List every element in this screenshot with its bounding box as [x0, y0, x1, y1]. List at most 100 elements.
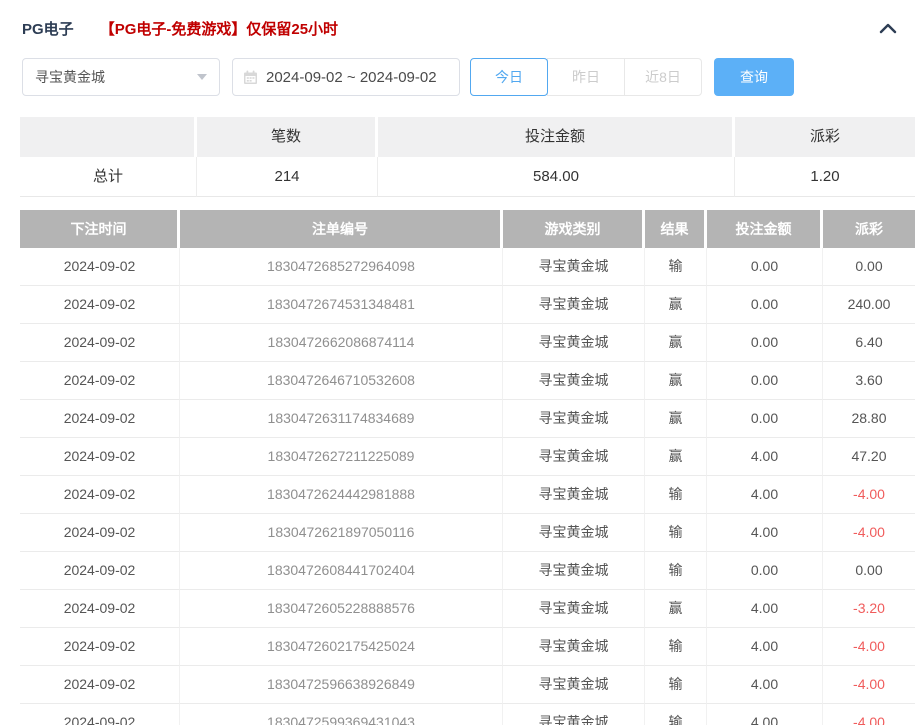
cell-result: 输: [645, 666, 707, 704]
cell-bet-id: 1830472621897050116: [180, 514, 503, 552]
cell-bet-amount: 0.00: [707, 324, 823, 362]
cell-bet-id: 1830472631174834689: [180, 400, 503, 438]
table-row: 2024-09-02 1830472646710532608 寻宝黄金城 赢 0…: [20, 362, 915, 400]
cell-bet-amount: 4.00: [707, 514, 823, 552]
table-row: 2024-09-02 1830472627211225089 寻宝黄金城 赢 4…: [20, 438, 915, 476]
notice-text: 【PG电子-免费游戏】仅保留25小时: [100, 18, 338, 39]
col-bet-id: 注单编号: [180, 210, 503, 248]
cell-bet-id: 1830472596638926849: [180, 666, 503, 704]
cell-game-type: 寻宝黄金城: [503, 590, 645, 628]
cell-bet-time: 2024-09-02: [20, 704, 180, 725]
cell-result: 赢: [645, 362, 707, 400]
summary-header-payout: 派彩: [735, 117, 915, 157]
table-row: 2024-09-02 1830472685272964098 寻宝黄金城 输 0…: [20, 248, 915, 286]
cell-bet-time: 2024-09-02: [20, 324, 180, 362]
cell-game-type: 寻宝黄金城: [503, 286, 645, 324]
search-button[interactable]: 查询: [714, 58, 794, 96]
bets-table-header: 下注时间 注单编号 游戏类别 结果 投注金额 派彩: [20, 210, 915, 248]
cell-game-type: 寻宝黄金城: [503, 248, 645, 286]
cell-result: 赢: [645, 400, 707, 438]
cell-game-type: 寻宝黄金城: [503, 514, 645, 552]
cell-bet-amount: 0.00: [707, 286, 823, 324]
cell-bet-time: 2024-09-02: [20, 666, 180, 704]
cell-bet-time: 2024-09-02: [20, 400, 180, 438]
table-row: 2024-09-02 1830472608441702404 寻宝黄金城 输 0…: [20, 552, 915, 590]
cell-bet-amount: 4.00: [707, 666, 823, 704]
cell-bet-id: 1830472605228888576: [180, 590, 503, 628]
quick-range-button[interactable]: 近8日: [624, 58, 702, 96]
cell-bet-time: 2024-09-02: [20, 514, 180, 552]
table-row: 2024-09-02 1830472599369431043 寻宝黄金城 输 4…: [20, 704, 915, 725]
table-row: 2024-09-02 1830472605228888576 寻宝黄金城 赢 4…: [20, 590, 915, 628]
cell-game-type: 寻宝黄金城: [503, 552, 645, 590]
cell-game-type: 寻宝黄金城: [503, 666, 645, 704]
summary-table: 笔数 投注金额 派彩 总计 214 584.00 1.20: [20, 117, 915, 197]
cell-bet-amount: 4.00: [707, 628, 823, 666]
summary-total-count: 214: [197, 157, 378, 197]
cell-bet-amount: 0.00: [707, 362, 823, 400]
cell-bet-id: 1830472624442981888: [180, 476, 503, 514]
quick-range-button[interactable]: 今日: [470, 58, 548, 96]
cell-bet-time: 2024-09-02: [20, 552, 180, 590]
cell-payout: 6.40: [823, 324, 915, 362]
summary-header-count: 笔数: [197, 117, 378, 157]
cell-bet-time: 2024-09-02: [20, 362, 180, 400]
cell-payout: -4.00: [823, 514, 915, 552]
col-payout: 派彩: [823, 210, 915, 248]
cell-payout: -4.00: [823, 704, 915, 725]
table-row: 2024-09-02 1830472674531348481 寻宝黄金城 赢 0…: [20, 286, 915, 324]
date-range-value: 2024-09-02 ~ 2024-09-02: [266, 69, 437, 86]
date-range-picker[interactable]: 2024-09-02 ~ 2024-09-02: [232, 58, 460, 96]
summary-total-label: 总计: [20, 157, 197, 197]
cell-bet-time: 2024-09-02: [20, 590, 180, 628]
cell-bet-id: 1830472627211225089: [180, 438, 503, 476]
cell-bet-amount: 0.00: [707, 400, 823, 438]
cell-result: 输: [645, 628, 707, 666]
cell-game-type: 寻宝黄金城: [503, 400, 645, 438]
col-bet-time: 下注时间: [20, 210, 180, 248]
chevron-down-icon: [197, 74, 207, 80]
bets-table-body: 2024-09-02 1830472685272964098 寻宝黄金城 输 0…: [20, 248, 915, 725]
game-select-value: 寻宝黄金城: [35, 67, 105, 87]
cell-result: 赢: [645, 286, 707, 324]
pg-games-record-panel: PG电子 【PG电子-免费游戏】仅保留25小时 寻宝黄金城 2024-09-02…: [0, 0, 919, 725]
panel-header: PG电子 【PG电子-免费游戏】仅保留25小时: [0, 0, 919, 40]
cell-payout: 47.20: [823, 438, 915, 476]
cell-result: 输: [645, 704, 707, 725]
bets-table: 下注时间 注单编号 游戏类别 结果 投注金额 派彩 2024-09-02 183…: [20, 210, 915, 725]
cell-payout: 3.60: [823, 362, 915, 400]
summary-header-row: 笔数 投注金额 派彩: [20, 117, 915, 157]
table-row: 2024-09-02 1830472596638926849 寻宝黄金城 输 4…: [20, 666, 915, 704]
collapse-panel-button[interactable]: [879, 22, 897, 34]
cell-bet-time: 2024-09-02: [20, 286, 180, 324]
cell-game-type: 寻宝黄金城: [503, 324, 645, 362]
cell-bet-amount: 0.00: [707, 248, 823, 286]
cell-result: 输: [645, 248, 707, 286]
cell-bet-time: 2024-09-02: [20, 628, 180, 666]
cell-payout: -3.20: [823, 590, 915, 628]
filter-bar: 寻宝黄金城 2024-09-02 ~ 2024-09-02 今日昨日近8日 查询: [22, 58, 897, 96]
col-bet-amount: 投注金额: [707, 210, 823, 248]
table-row: 2024-09-02 1830472602175425024 寻宝黄金城 输 4…: [20, 628, 915, 666]
cell-payout: 28.80: [823, 400, 915, 438]
quick-range-group: 今日昨日近8日: [470, 58, 702, 96]
cell-game-type: 寻宝黄金城: [503, 362, 645, 400]
summary-total-payout: 1.20: [735, 157, 915, 197]
cell-payout: 0.00: [823, 248, 915, 286]
quick-range-button[interactable]: 昨日: [547, 58, 625, 96]
cell-bet-time: 2024-09-02: [20, 438, 180, 476]
summary-total-bet-amount: 584.00: [378, 157, 735, 197]
cell-bet-amount: 4.00: [707, 590, 823, 628]
col-result: 结果: [645, 210, 707, 248]
game-select[interactable]: 寻宝黄金城: [22, 58, 220, 96]
cell-result: 赢: [645, 438, 707, 476]
cell-bet-amount: 0.00: [707, 552, 823, 590]
page-title: PG电子: [22, 18, 74, 39]
chevron-up-icon: [879, 22, 897, 34]
cell-bet-id: 1830472685272964098: [180, 248, 503, 286]
cell-bet-amount: 4.00: [707, 476, 823, 514]
cell-payout: -4.00: [823, 666, 915, 704]
cell-game-type: 寻宝黄金城: [503, 476, 645, 514]
cell-bet-amount: 4.00: [707, 438, 823, 476]
cell-game-type: 寻宝黄金城: [503, 438, 645, 476]
